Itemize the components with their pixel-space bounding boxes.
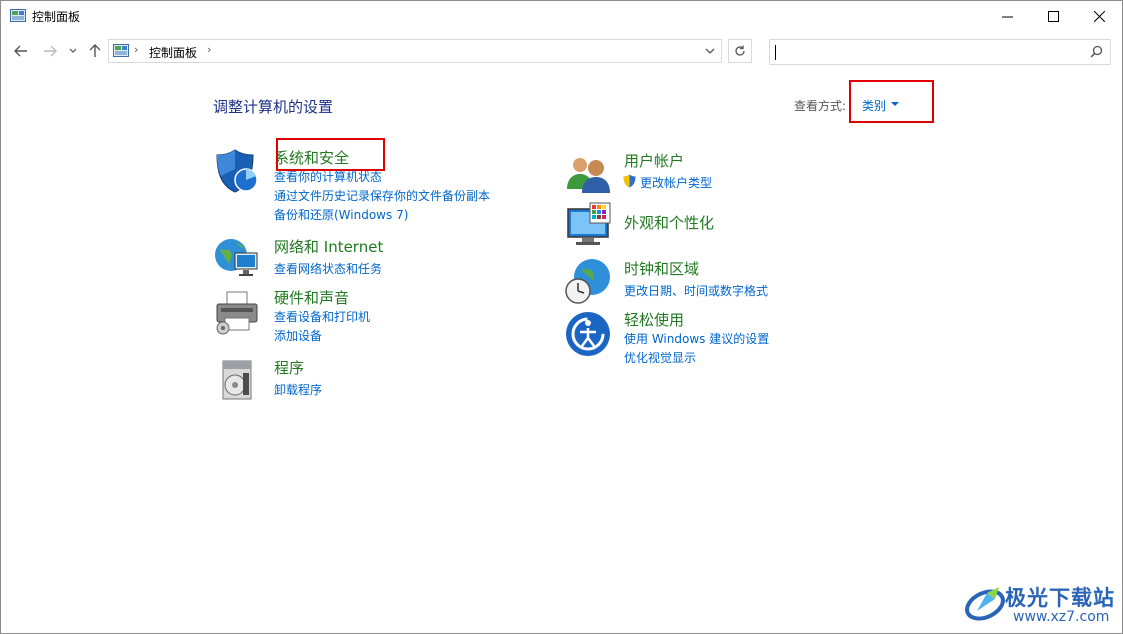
- refresh-button[interactable]: [728, 39, 752, 63]
- control-panel-location-icon: [113, 44, 129, 57]
- shield-icon[interactable]: [213, 147, 261, 195]
- page-title: 调整计算机的设置: [213, 98, 334, 116]
- watermark-logo-icon: [965, 587, 1005, 621]
- search-box[interactable]: [769, 39, 1111, 65]
- link-add-device[interactable]: 添加设备: [274, 327, 322, 344]
- breadcrumb-separator-icon[interactable]: ›: [134, 43, 138, 56]
- control-panel-window: 控制面板 › 控制面板 › 调整计算机的设置 查看方式: 类别 系统和安全 查看…: [0, 0, 1123, 634]
- link-backup-restore[interactable]: 备份和还原(Windows 7): [274, 206, 408, 223]
- back-button[interactable]: [10, 39, 32, 63]
- back-arrow-icon: [14, 45, 27, 57]
- link-file-history[interactable]: 通过文件历史记录保存你的文件备份副本: [274, 187, 490, 204]
- watermark-name: 极光下载站: [1005, 586, 1115, 610]
- annotation-highlight-box: [276, 138, 385, 171]
- link-recommended-settings[interactable]: 使用 Windows 建议的设置: [624, 330, 769, 347]
- close-button[interactable]: [1076, 1, 1122, 31]
- link-view-computer-status[interactable]: 查看你的计算机状态: [274, 168, 382, 185]
- users-icon[interactable]: [564, 151, 612, 199]
- search-input[interactable]: [780, 42, 1084, 64]
- category-user-accounts[interactable]: 用户帐户: [624, 150, 684, 171]
- address-bar[interactable]: › 控制面板 ›: [108, 39, 722, 63]
- clock-globe-icon[interactable]: [564, 257, 612, 305]
- link-network-status[interactable]: 查看网络状态和任务: [274, 260, 382, 277]
- search-icon[interactable]: [1090, 45, 1103, 58]
- link-uninstall-program[interactable]: 卸载程序: [274, 381, 322, 398]
- programs-icon[interactable]: [213, 355, 261, 403]
- uac-shield-icon: [623, 174, 636, 188]
- link-optimize-visual-display[interactable]: 优化视觉显示: [624, 349, 696, 366]
- breadcrumb-control-panel[interactable]: 控制面板: [149, 44, 197, 61]
- title-bar[interactable]: 控制面板: [1, 1, 1122, 31]
- close-icon: [1093, 10, 1105, 22]
- recent-locations-button[interactable]: [66, 39, 80, 63]
- window-title: 控制面板: [32, 10, 81, 24]
- link-devices-printers[interactable]: 查看设备和打印机: [274, 308, 370, 325]
- network-icon[interactable]: [213, 233, 261, 281]
- printer-icon[interactable]: [213, 288, 261, 336]
- forward-arrow-icon: [44, 45, 57, 57]
- ease-of-access-icon[interactable]: [564, 310, 612, 358]
- watermark-url: www.xz7.com: [1013, 609, 1110, 625]
- text-cursor: [775, 45, 776, 60]
- breadcrumb-separator-icon[interactable]: ›: [207, 43, 211, 56]
- link-change-date-time-format[interactable]: 更改日期、时间或数字格式: [624, 282, 768, 299]
- maximize-button[interactable]: [1030, 1, 1076, 31]
- up-arrow-icon: [89, 44, 101, 57]
- chevron-down-icon: [69, 48, 77, 53]
- category-ease-of-access[interactable]: 轻松使用: [624, 309, 684, 330]
- category-appearance-personalization[interactable]: 外观和个性化: [624, 212, 714, 233]
- category-network-internet[interactable]: 网络和 Internet: [274, 236, 383, 257]
- maximize-icon: [1047, 10, 1059, 22]
- annotation-highlight-box: [849, 80, 934, 123]
- category-clock-region[interactable]: 时钟和区域: [624, 258, 699, 279]
- minimize-button[interactable]: [984, 1, 1030, 31]
- forward-button[interactable]: [39, 39, 61, 63]
- up-button[interactable]: [85, 39, 105, 63]
- category-hardware-sound[interactable]: 硬件和声音: [274, 287, 349, 308]
- view-by-label: 查看方式:: [794, 99, 847, 113]
- control-panel-app-icon: [10, 9, 26, 22]
- monitor-icon[interactable]: [564, 201, 612, 249]
- address-dropdown-icon[interactable]: [705, 44, 715, 58]
- category-programs[interactable]: 程序: [274, 357, 304, 378]
- watermark: 极光下载站 www.xz7.com: [963, 579, 1122, 629]
- minimize-icon: [1001, 16, 1013, 17]
- refresh-icon: [735, 45, 745, 56]
- link-change-account-type[interactable]: 更改帐户类型: [640, 174, 712, 191]
